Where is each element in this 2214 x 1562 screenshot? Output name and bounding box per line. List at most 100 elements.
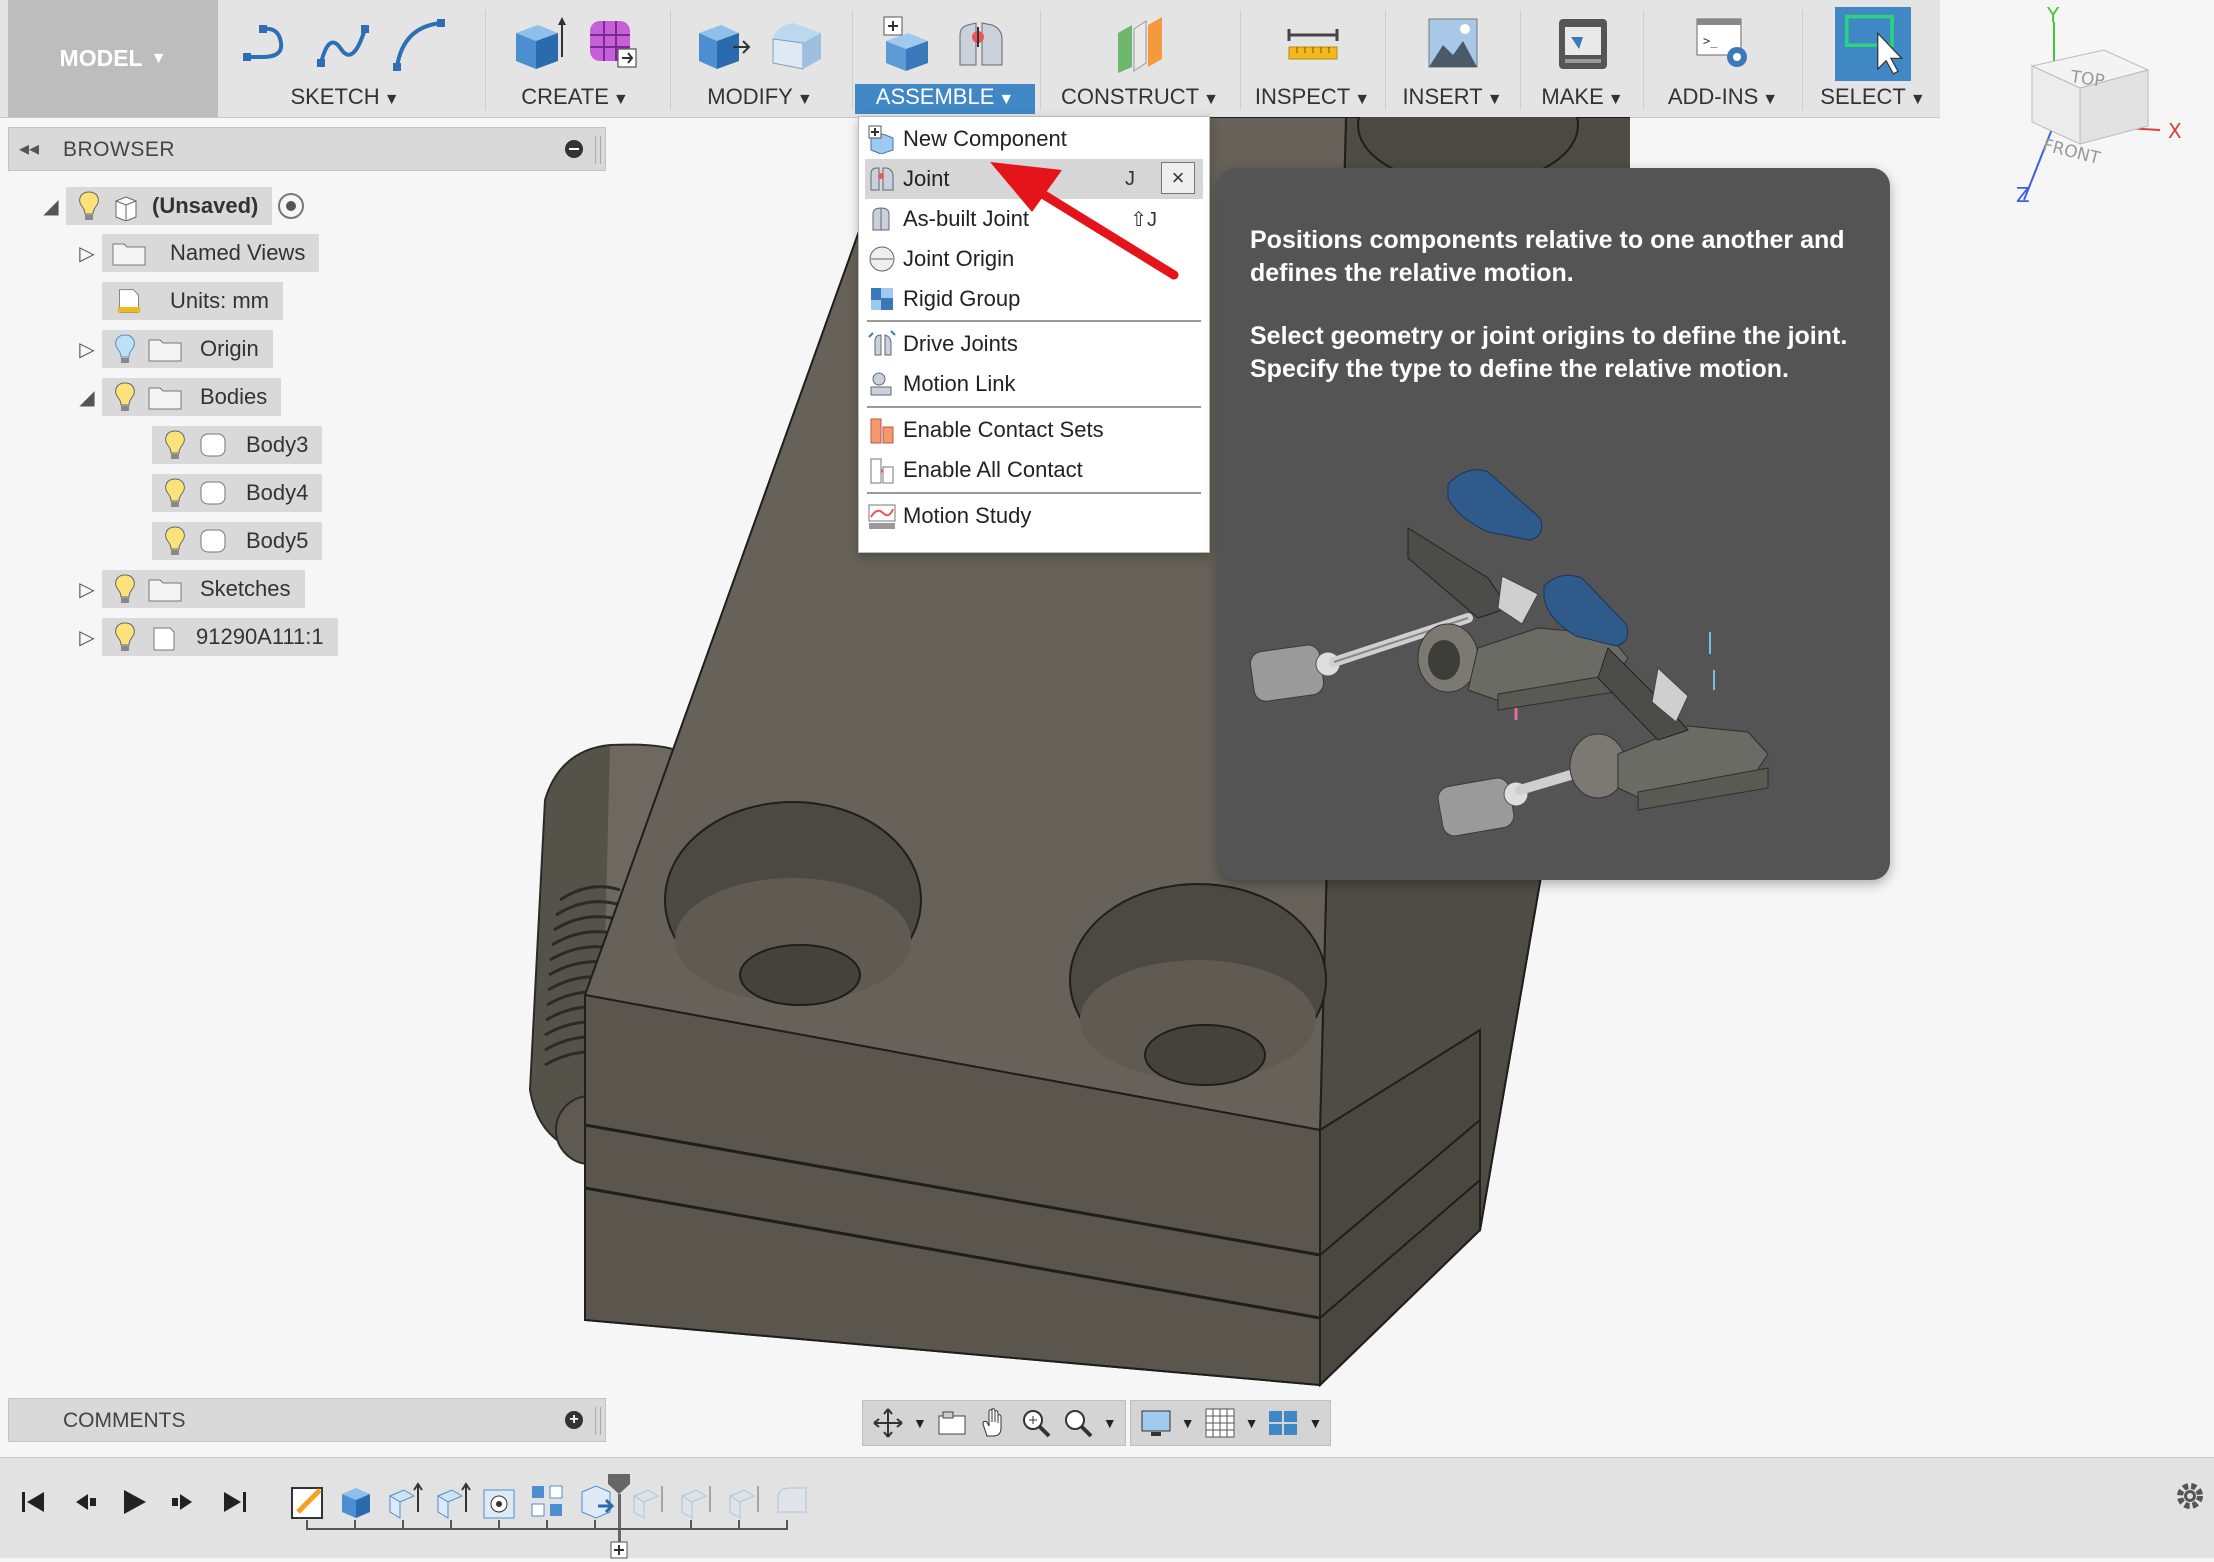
insert-image-icon[interactable] [1423,13,1483,75]
view-cube[interactable]: TOP FRONT X Y Z [2000,4,2200,204]
browser-header[interactable]: ◂◂ BROWSER [8,127,606,171]
offset-plane-icon[interactable] [1110,13,1170,75]
lightbulb-icon[interactable] [76,190,102,222]
joint-icon[interactable] [952,13,1012,75]
menu-item-enable-all-contact[interactable]: Enable All Contact [865,450,1203,490]
origin-node[interactable]: Origin [102,330,273,368]
sketch-feature-icon[interactable] [288,1482,328,1522]
lightbulb-off-icon[interactable] [112,333,138,365]
body3-node[interactable]: Body3 [152,426,323,464]
tree-row-screw[interactable]: ▷ 91290A111:1 [72,617,338,657]
tree-row-body4[interactable]: Body4 [152,473,323,513]
modify-group[interactable]: MODIFY ▼ [675,0,845,117]
menu-item-drive-joints[interactable]: Drive Joints [865,324,1203,364]
orbit-icon[interactable] [871,1406,905,1440]
select-group[interactable]: SELECT ▼ [1808,0,1938,117]
chevron-down-icon[interactable]: ▼ [913,1415,927,1431]
chevron-down-icon[interactable]: ▼ [1103,1415,1117,1431]
lightbulb-icon[interactable] [112,573,138,605]
chevron-down-icon[interactable]: ▼ [1181,1415,1195,1431]
screw-component-node[interactable]: 91290A111:1 [102,618,338,656]
counterbore-hole[interactable] [664,801,922,1006]
tree-row-root[interactable]: ◢ (Unsaved) [36,186,305,226]
spline-sketch-icon[interactable] [315,13,375,75]
assemble-group[interactable]: ASSEMBLE ▼ [855,0,1035,117]
scripts-icon[interactable]: >_ [1693,13,1753,75]
add-comment-icon[interactable]: + [565,1411,583,1429]
expanded-triangle-icon[interactable]: ◢ [72,385,102,410]
suppressed-fillet-icon[interactable] [772,1482,812,1522]
sketch-group[interactable]: SKETCH ▼ [230,0,460,117]
grid-icon[interactable] [1203,1406,1237,1440]
tree-row-units[interactable]: Units: mm [102,281,283,321]
pattern-feature-icon[interactable] [528,1482,568,1522]
look-at-icon[interactable] [935,1406,969,1440]
collapsed-triangle-icon[interactable]: ▷ [72,337,102,362]
tree-row-bodies[interactable]: ◢ Bodies [72,377,282,417]
tree-row-sketches[interactable]: ▷ Sketches [72,569,305,609]
expanded-triangle-icon[interactable]: ◢ [36,194,66,219]
extrude-icon[interactable] [508,13,568,75]
body4-node[interactable]: Body4 [152,474,323,512]
suppressed-extrude-icon[interactable] [628,1482,668,1522]
inspect-group[interactable]: INSPECT ▼ [1245,0,1380,117]
tree-row-origin[interactable]: ▷ Origin [72,329,273,369]
workspace-switcher[interactable]: MODEL ▼ [8,0,218,117]
step-forward-icon[interactable] [164,1482,204,1522]
select-icon[interactable] [1835,7,1911,81]
viewports-icon[interactable] [1266,1406,1300,1440]
named-views-node[interactable]: Named Views [102,234,320,272]
form-icon[interactable] [582,13,642,75]
collapsed-triangle-icon[interactable]: ▷ [72,241,102,266]
collapsed-triangle-icon[interactable]: ▷ [72,625,102,650]
tree-row-body3[interactable]: Body3 [152,425,323,465]
play-icon[interactable] [114,1482,154,1522]
menu-item-motion-study[interactable]: Motion Study [865,496,1203,536]
arc-sketch-icon[interactable] [389,13,449,75]
lightbulb-icon[interactable] [112,381,138,413]
display-settings-icon[interactable] [1139,1406,1173,1440]
create-group[interactable]: CREATE ▼ [490,0,660,117]
add-ins-group[interactable]: >_ ADD-INS ▼ [1648,0,1798,117]
step-back-icon[interactable] [64,1482,104,1522]
lightbulb-icon[interactable] [112,621,138,653]
root-component[interactable]: (Unsaved) [66,187,273,225]
3d-print-icon[interactable] [1553,13,1613,75]
lightbulb-icon[interactable] [162,477,188,509]
zoom-icon[interactable] [1061,1406,1095,1440]
tree-row-body5[interactable]: Body5 [152,521,323,561]
insert-group[interactable]: INSERT ▼ [1390,0,1515,117]
suppressed-extrude-icon[interactable] [724,1482,764,1522]
bodies-node[interactable]: Bodies [102,378,282,416]
press-pull-icon[interactable] [693,13,753,75]
zoom-window-icon[interactable] [1019,1406,1053,1440]
units-node[interactable]: Units: mm [102,282,283,320]
menu-item-enable-contact-sets[interactable]: Enable Contact Sets [865,410,1203,450]
go-to-end-icon[interactable] [214,1482,254,1522]
collapsed-triangle-icon[interactable]: ▷ [72,577,102,602]
measure-icon[interactable] [1283,13,1343,75]
construct-group[interactable]: CONSTRUCT ▼ [1045,0,1235,117]
line-sketch-icon[interactable] [241,13,301,75]
go-to-start-icon[interactable] [14,1482,54,1522]
extrude-feature-icon[interactable] [384,1482,424,1522]
lightbulb-icon[interactable] [162,525,188,557]
activate-radio[interactable] [278,193,305,219]
chevron-down-icon[interactable]: ▼ [1308,1415,1322,1431]
counterbore-hole[interactable] [1069,883,1327,1086]
collapse-browser-icon[interactable]: ◂◂ [19,136,39,161]
hole-feature-icon[interactable] [480,1482,520,1522]
new-component-icon[interactable] [878,13,938,75]
pan-icon[interactable] [977,1406,1011,1440]
lightbulb-icon[interactable] [162,429,188,461]
body5-node[interactable]: Body5 [152,522,323,560]
gear-icon[interactable] [2172,1478,2208,1514]
fillet-icon[interactable] [767,13,827,75]
suppressed-extrude-icon[interactable] [676,1482,716,1522]
chevron-down-icon[interactable]: ▼ [1245,1415,1259,1431]
tree-row-named-views[interactable]: ▷ Named Views [72,233,320,273]
make-group[interactable]: MAKE ▼ [1525,0,1640,117]
comments-panel[interactable]: COMMENTS + [8,1398,606,1442]
sketches-node[interactable]: Sketches [102,570,305,608]
minimize-icon[interactable] [565,140,583,158]
